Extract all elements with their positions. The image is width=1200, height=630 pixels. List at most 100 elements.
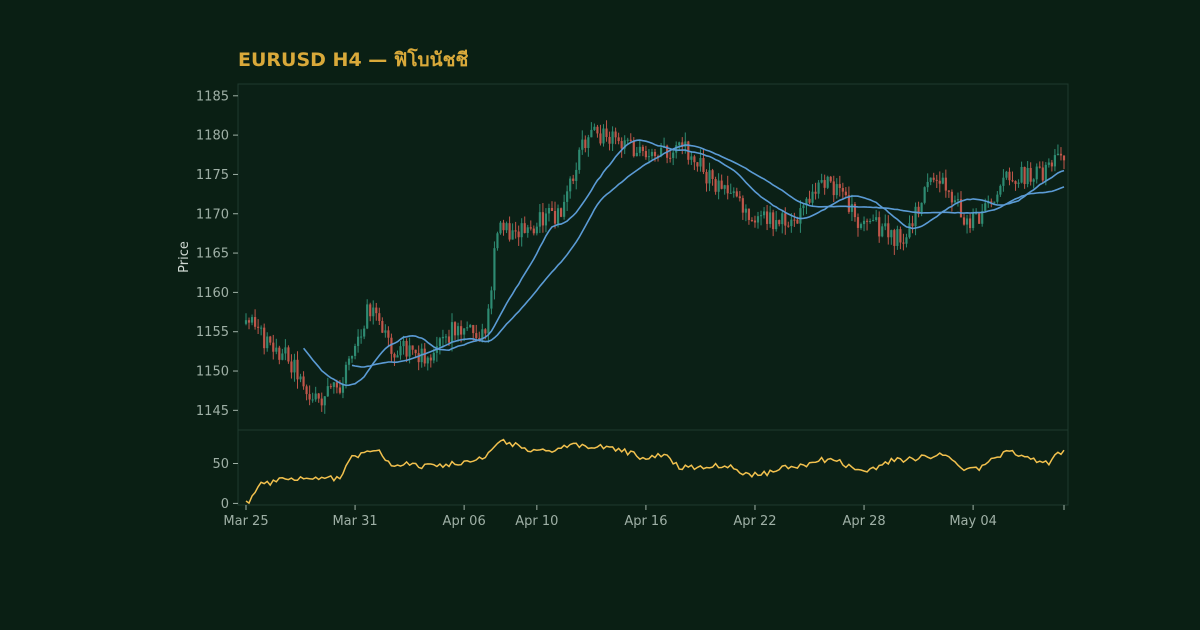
candle-body <box>372 307 375 317</box>
candle-body <box>978 213 981 224</box>
candle-body <box>650 151 654 157</box>
candle-body <box>923 187 926 203</box>
candle-body <box>641 146 644 152</box>
candle-body <box>605 128 608 137</box>
candle-body <box>350 355 354 359</box>
candle-body <box>332 382 335 387</box>
candle-body <box>996 194 999 202</box>
candle-body <box>250 317 254 323</box>
candle-body <box>678 142 681 146</box>
oscillator-panel <box>237 429 1069 506</box>
candle-body <box>460 326 463 335</box>
candle-body <box>820 180 823 183</box>
candle-body <box>811 191 814 203</box>
candle-body <box>305 386 308 395</box>
x-tick-label: Apr 06 <box>443 514 486 529</box>
candle-body <box>732 191 735 193</box>
candle-body <box>466 327 469 329</box>
candle-body <box>559 208 563 217</box>
candle-body <box>999 185 1002 195</box>
candle-body <box>699 158 702 167</box>
candle-body <box>275 347 278 352</box>
candle-body <box>629 139 632 141</box>
candle-body <box>602 128 605 144</box>
candle-body <box>753 220 757 223</box>
candle-body <box>968 218 972 229</box>
x-tick-label: May 04 <box>949 514 997 529</box>
osc-y-tick-label: 50 <box>212 457 229 472</box>
candle-body <box>335 382 338 388</box>
candle-body <box>308 394 311 400</box>
candle-body <box>644 151 648 158</box>
candle-body <box>1038 166 1041 168</box>
candle-body <box>1047 162 1050 165</box>
candle-body <box>726 185 729 194</box>
x-tick-label: Mar 25 <box>223 514 268 529</box>
y-axis-label: Price <box>177 241 192 273</box>
candle-body <box>1026 167 1029 185</box>
candle-body <box>1023 166 1026 185</box>
candle-body <box>444 336 448 338</box>
candle-body <box>738 196 741 199</box>
candle-body <box>475 333 478 338</box>
candle-body <box>723 185 726 189</box>
candle-body <box>396 355 399 358</box>
candle-body <box>484 329 487 334</box>
candle-body <box>499 222 502 234</box>
candle-body <box>838 184 841 188</box>
candle-body <box>799 208 802 224</box>
candle-body <box>384 330 387 333</box>
candle-body <box>1029 167 1032 182</box>
candle-body <box>823 180 826 188</box>
candle-body <box>366 304 369 329</box>
candle-body <box>762 211 766 216</box>
candle-body <box>972 213 975 229</box>
candle-body <box>747 208 751 220</box>
candle-body <box>1005 171 1008 178</box>
candle-body <box>647 156 651 158</box>
candle-body <box>1008 171 1011 181</box>
candle-body <box>338 387 342 393</box>
candle-body <box>572 178 575 181</box>
candle-body <box>832 181 835 196</box>
chart: EURUSD H4 — ฟิโบนัชชี 1145 1150 1155 1160 11… <box>0 0 1200 630</box>
candle-body <box>544 213 548 226</box>
candle-body <box>320 398 323 406</box>
candle-body <box>505 223 508 231</box>
candle-body <box>869 220 872 222</box>
y-tick-label: 1165 <box>196 247 229 262</box>
y-tick-label: 1170 <box>196 207 229 222</box>
candle-body <box>402 340 405 347</box>
candle-body <box>490 290 493 309</box>
candle-body <box>496 233 499 249</box>
candle-body <box>526 227 529 233</box>
candle-body <box>696 162 699 167</box>
candle-body <box>393 353 396 358</box>
candle-body <box>769 212 772 224</box>
candle-body <box>914 206 917 227</box>
candle-body <box>1014 181 1017 184</box>
candle-body <box>887 223 890 238</box>
candle-body <box>1035 166 1038 180</box>
candle-body <box>708 170 711 184</box>
candle-body <box>893 230 896 246</box>
candle-body <box>550 208 554 211</box>
candle-body <box>387 330 390 338</box>
y-tick-label: 1150 <box>196 365 229 380</box>
candle-body <box>329 386 332 388</box>
candle-body <box>1059 153 1063 156</box>
candle-body <box>850 204 854 212</box>
candle-body <box>635 152 638 157</box>
candle-body <box>835 184 838 196</box>
candle-body <box>826 176 829 188</box>
candle-body <box>890 230 893 238</box>
candle-body <box>363 328 366 337</box>
candle-body <box>257 326 260 328</box>
candle-body <box>556 208 560 224</box>
candle-body <box>575 169 578 181</box>
candle-body <box>617 137 620 142</box>
candle-body <box>1002 177 1005 186</box>
candle-body <box>281 353 284 360</box>
y-tick-label: 1175 <box>196 168 229 183</box>
candle-body <box>378 313 381 321</box>
